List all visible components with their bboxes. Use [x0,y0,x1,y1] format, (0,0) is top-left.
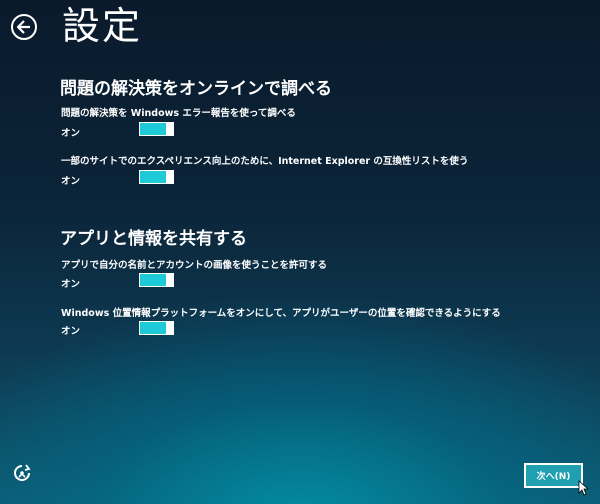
toggle-location[interactable] [139,321,174,335]
toggle-account-picture[interactable] [139,273,174,287]
back-arrow-icon [16,20,30,34]
section-heading-share-info: アプリと情報を共有する [60,229,247,249]
state-label-ie-compat: オン [61,176,81,187]
state-label-error-reporting: オン [61,128,81,139]
toggle-ie-compat[interactable] [139,170,174,184]
toggle-error-reporting[interactable] [139,122,174,136]
next-button[interactable]: 次へ(N) [524,463,583,488]
ease-of-access-icon[interactable] [12,463,32,483]
state-label-account-picture: オン [61,279,81,290]
back-button[interactable] [11,14,37,40]
toggle-thumb [166,273,174,287]
setting-label-ie-compat: 一部のサイトでのエクスペリエンス向上のために、Internet Explorer… [61,156,469,167]
setting-label-location: Windows 位置情報プラットフォームをオンにして、アプリがユーザーの位置を確… [61,308,501,319]
section-heading-troubleshoot: 問題の解決策をオンラインで調べる [60,79,332,99]
state-label-location: オン [61,326,81,337]
page-title: 設定 [62,4,143,48]
toggle-thumb [166,170,174,184]
toggle-thumb [166,321,174,335]
toggle-thumb [166,122,174,136]
setting-label-error-reporting: 問題の解決策を Windows エラー報告を使って調べる [61,108,296,119]
mouse-pointer-icon [578,480,588,496]
setting-label-account-picture: アプリで自分の名前とアカウントの画像を使うことを許可する [61,260,328,271]
